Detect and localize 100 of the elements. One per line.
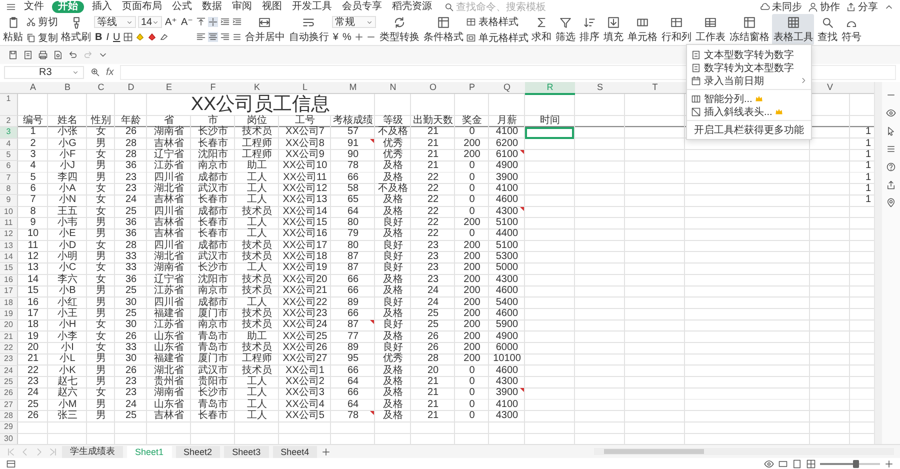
row-header[interactable]: 10 [0,206,18,218]
ribbon-button[interactable]: 排序 [578,14,600,45]
menu-item[interactable]: 插入斜线表头... [687,105,811,118]
row-header[interactable]: 6 [0,161,18,173]
menu-tab[interactable]: 视图 [260,1,284,13]
ribbon-button[interactable]: 单元格样式 [466,30,528,44]
column-header[interactable]: B [48,82,87,95]
font-select[interactable]: 等线 [94,16,136,28]
text-style-button[interactable]: U [112,32,122,42]
column-header[interactable]: E [147,82,191,95]
column-header[interactable]: D [115,82,147,95]
ribbon-button[interactable]: 条件格式 [422,14,464,45]
ribbon-button[interactable]: 自动换行 [288,14,330,45]
font-size-button[interactable]: A⁻ [180,16,194,28]
column-header[interactable]: M [331,82,375,95]
row-header[interactable]: 22 [0,342,18,354]
number-format-button[interactable]: % [341,32,352,42]
row-header[interactable]: 30 [0,434,18,444]
menu-item[interactable]: 开启工具栏获得更多功能 [687,123,811,136]
row-header[interactable]: 25 [0,376,18,388]
menu-tab[interactable]: 数据 [200,1,224,13]
row-header[interactable]: 13 [0,240,18,252]
selected-cell[interactable] [525,127,574,139]
menu-tab[interactable]: 审阅 [230,1,254,13]
sheet-tab[interactable]: Sheet4 [272,446,318,458]
menu-tab[interactable]: 页面布局 [120,1,164,13]
column-header[interactable]: A [18,82,48,95]
row-header[interactable]: 27 [0,400,18,411]
row-header[interactable]: 29 [0,422,18,434]
ribbon-button[interactable]: 表格工具 [772,14,814,45]
header-action[interactable]: 分享 [846,0,878,14]
column-header[interactable]: S [575,82,625,95]
row-header[interactable]: 8 [0,184,18,196]
number-format-button[interactable]: ¥ [332,32,340,42]
sheet-tab[interactable]: Sheet3 [224,446,269,458]
row-header[interactable]: 19 [0,308,18,320]
row-header[interactable]: 28 [0,410,18,422]
ribbon-button[interactable]: 工作表 [694,14,726,45]
menu-item[interactable]: 录入当前日期 [687,74,811,87]
row-header[interactable]: 1 [0,94,18,116]
sheet-tab[interactable]: 学生成绩表 [62,446,123,458]
menu-item[interactable]: 数字转为文本型数字 [687,61,811,74]
ribbon-button[interactable]: 复制 [26,30,58,44]
header-action[interactable]: 未同步 [760,0,802,14]
vertical-scrollbar[interactable] [874,82,882,444]
menu-tab[interactable]: 公式 [170,1,194,13]
ribbon-button[interactable]: 查找 [816,14,838,45]
row-header[interactable]: 2 [0,116,18,128]
row-header[interactable]: 18 [0,298,18,309]
column-header[interactable]: L [279,82,331,95]
ribbon-button[interactable]: 表格样式 [466,14,528,28]
ribbon-button[interactable]: 单元格 [626,14,658,45]
column-header[interactable]: C [87,82,115,95]
row-header[interactable]: 9 [0,195,18,207]
ribbon-button[interactable]: 剪切 [26,14,58,28]
sheet-tab[interactable]: Sheet2 [176,446,220,458]
number-format-select[interactable]: 常规 [332,16,376,28]
ribbon-button[interactable]: 类型转换 [378,14,420,45]
column-header[interactable]: N [375,82,411,95]
row-header[interactable]: 12 [0,229,18,241]
column-header[interactable]: O [411,82,455,95]
header-action[interactable]: 协作 [808,0,840,14]
menu-tab[interactable]: 插入 [90,1,114,13]
menu-tab[interactable]: 会员专享 [340,1,384,13]
row-header[interactable]: 7 [0,172,18,184]
row-header[interactable]: 21 [0,332,18,343]
column-header[interactable]: T [625,82,685,95]
column-header[interactable]: F [191,82,235,95]
ribbon-button[interactable]: 合并居中 [244,14,286,45]
column-header[interactable]: Q [489,82,525,95]
horizontal-scrollbar[interactable] [594,448,894,455]
ribbon-button[interactable]: 填充 [602,14,624,45]
row-header[interactable]: 15 [0,263,18,275]
ribbon-button[interactable]: 符号 [840,14,862,45]
row-header[interactable]: 4 [0,138,18,150]
row-header[interactable]: 5 [0,150,18,162]
ribbon-button[interactable]: 格式刷 [60,14,92,45]
font-size-button[interactable]: A⁺ [164,16,178,28]
menu-tab[interactable]: 开发工具 [290,1,334,13]
menu-tab[interactable]: 稻壳资源 [390,1,434,13]
row-header[interactable]: 24 [0,366,18,377]
menu-item[interactable]: 文本型数字转为数字 [687,48,811,61]
ribbon-button[interactable]: 粘贴 [2,14,24,45]
name-box[interactable]: R3 [4,66,84,78]
column-header[interactable]: K [235,82,279,95]
row-header[interactable]: 16 [0,274,18,286]
row-header[interactable]: 17 [0,286,18,298]
ribbon-button[interactable]: 筛选 [554,14,576,45]
text-style-button[interactable]: B [94,32,104,42]
row-header[interactable]: 23 [0,354,18,366]
font-size-select[interactable]: 14 [138,16,162,28]
text-style-button[interactable]: I [105,32,110,42]
row-header[interactable]: 14 [0,252,18,264]
column-header[interactable]: V [810,82,850,95]
row-header[interactable]: 26 [0,388,18,400]
row-header[interactable]: 11 [0,218,18,230]
menu-tab[interactable]: 文件 [22,1,46,13]
menu-item[interactable]: 智能分列... [687,92,811,105]
ribbon-button[interactable]: 行和列 [660,14,692,45]
ribbon-button[interactable]: 冻结窗格 [728,14,770,45]
